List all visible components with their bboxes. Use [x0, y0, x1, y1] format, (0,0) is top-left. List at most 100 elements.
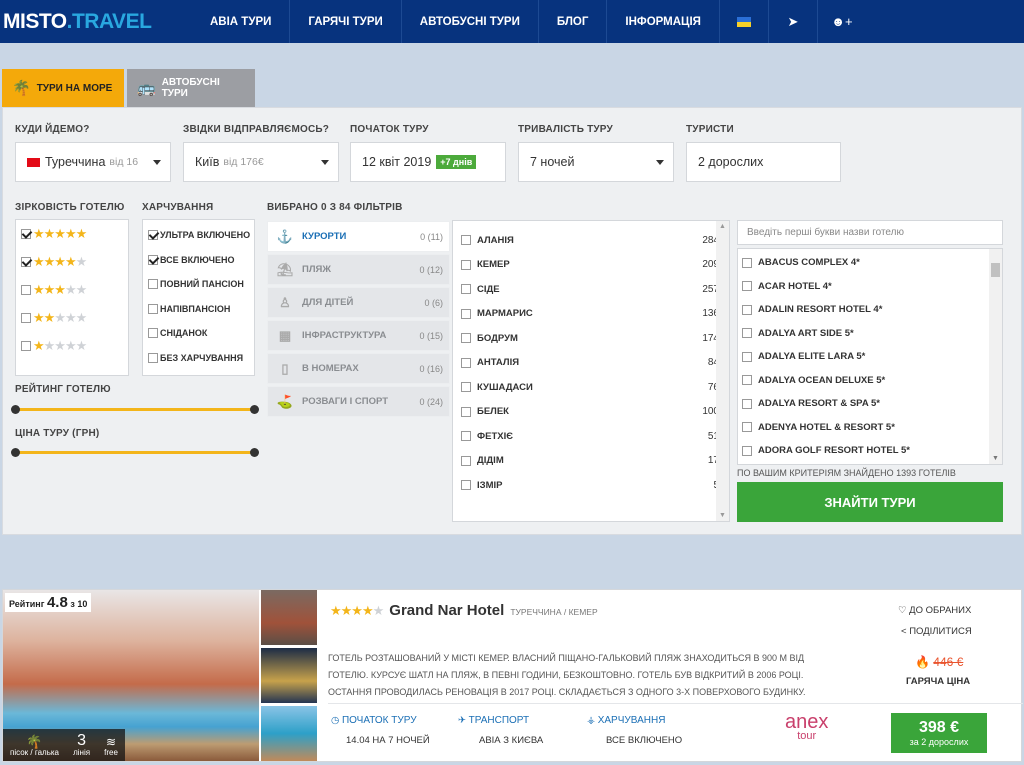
- resorts-list[interactable]: АЛАНІЯ 284 КЕМЕР 209 СІДЕ 257 МАРМАРИС 136 Б…: [452, 220, 730, 522]
- start-date-field[interactable]: 12 квіт 2019 +7 днів: [350, 142, 506, 182]
- star-option-1[interactable]: ★★★★★: [16, 332, 128, 360]
- checkbox[interactable]: [461, 455, 471, 466]
- nav-info[interactable]: ІНФОРМАЦІЯ: [606, 0, 719, 43]
- checkbox[interactable]: [742, 328, 752, 339]
- category-beach[interactable]: ⛱ ПЛЯЖ 0 (12): [267, 254, 450, 285]
- departure-select[interactable]: Київ від 176€: [183, 142, 339, 182]
- hotels-list[interactable]: ABACUS COMPLEX 4* ACAR HOTEL 4* ADALIN R…: [737, 248, 1003, 465]
- category-entertainment-sport[interactable]: ⛳ РОЗВАГИ І СПОРТ 0 (24): [267, 386, 450, 417]
- list-item[interactable]: БОДРУМ 174: [453, 326, 729, 351]
- checkbox[interactable]: [148, 352, 158, 363]
- nav-avia[interactable]: АВІА ТУРИ: [180, 0, 289, 43]
- hotel-search-input[interactable]: Введіть перші букви назви готелю: [737, 220, 1003, 245]
- list-item[interactable]: ADENYA HOTEL & RESORT 5*: [738, 416, 1002, 440]
- list-item[interactable]: СІДЕ 257: [453, 277, 729, 302]
- slider-handle-min[interactable]: [11, 448, 20, 457]
- category-kids[interactable]: ♙ ДЛЯ ДІТЕЙ 0 (6): [267, 287, 450, 318]
- food-option[interactable]: БЕЗ ХАРЧУВАННЯ: [143, 346, 254, 371]
- checkbox[interactable]: [461, 235, 471, 246]
- tourists-field[interactable]: 2 дорослих: [686, 142, 841, 182]
- scroll-down-icon[interactable]: ▼: [989, 455, 1002, 462]
- checkbox[interactable]: [461, 284, 471, 295]
- star-option-2[interactable]: ★★★★★: [16, 304, 128, 332]
- scrollbar[interactable]: ▼: [989, 249, 1002, 464]
- checkbox[interactable]: [148, 254, 158, 265]
- checkbox[interactable]: [21, 313, 31, 323]
- list-item[interactable]: ІЗМІР5: [453, 473, 729, 498]
- favorites-link[interactable]: ♡ ДО ОБРАНИХ: [898, 605, 971, 616]
- checkbox[interactable]: [461, 308, 471, 319]
- list-item[interactable]: ADALYA ELITE LARA 5*: [738, 345, 1002, 369]
- slider-handle-min[interactable]: [11, 405, 20, 414]
- scrollbar[interactable]: ▲ ▼: [716, 221, 729, 521]
- find-tours-button[interactable]: ЗНАЙТИ ТУРИ: [737, 482, 1003, 522]
- star-option-4[interactable]: ★★★★★: [16, 248, 128, 276]
- rating-slider[interactable]: [11, 405, 259, 414]
- food-option[interactable]: УЛЬТРА ВКЛЮЧЕНО: [143, 223, 254, 248]
- category-rooms[interactable]: ▯ В НОМЕРАХ 0 (16): [267, 353, 450, 384]
- language-flag-icon[interactable]: [718, 0, 768, 43]
- list-item[interactable]: ADORA GOLF RESORT HOTEL 5*: [738, 439, 1002, 463]
- login-icon[interactable]: ➤: [767, 0, 817, 43]
- checkbox[interactable]: [461, 480, 471, 491]
- food-option[interactable]: ВСЕ ВКЛЮЧЕНО: [143, 248, 254, 273]
- hotel-photo[interactable]: Рейтинг 4.8 з 10 🌴 пісок / галька 3 лінія …: [3, 590, 259, 761]
- checkbox[interactable]: [148, 230, 158, 241]
- checkbox[interactable]: [742, 445, 752, 456]
- checkbox[interactable]: [21, 257, 31, 267]
- checkbox[interactable]: [742, 398, 752, 409]
- food-option[interactable]: ПОВНИЙ ПАНСІОН: [143, 272, 254, 297]
- hotel-thumbnail[interactable]: [261, 706, 317, 761]
- list-item[interactable]: ФЕТХІЄ 51: [453, 424, 729, 449]
- scrollbar-thumb[interactable]: [991, 263, 1000, 277]
- price-slider[interactable]: [11, 448, 259, 457]
- list-item[interactable]: ADALYA ART SIDE 5*: [738, 322, 1002, 346]
- checkbox[interactable]: [742, 304, 752, 315]
- scroll-down-icon[interactable]: ▼: [716, 512, 729, 519]
- list-item[interactable]: АЛАНІЯ 284: [453, 228, 729, 253]
- list-item[interactable]: ADALIN RESORT HOTEL 4*: [738, 298, 1002, 322]
- list-item[interactable]: ДІДІМ 17: [453, 449, 729, 474]
- list-item[interactable]: АНТАЛІЯ 84: [453, 351, 729, 376]
- destination-select[interactable]: Туреччина від 16: [15, 142, 171, 182]
- duration-select[interactable]: 7 ночей: [518, 142, 674, 182]
- checkbox[interactable]: [461, 259, 471, 270]
- checkbox[interactable]: [21, 229, 31, 239]
- share-link[interactable]: < ПОДІЛИТИСЯ: [901, 626, 972, 637]
- checkbox[interactable]: [148, 279, 158, 290]
- checkbox[interactable]: [461, 431, 471, 442]
- list-item[interactable]: ABACUS COMPLEX 4*: [738, 251, 1002, 275]
- checkbox[interactable]: [461, 357, 471, 368]
- list-item[interactable]: МАРМАРИС 136: [453, 302, 729, 327]
- scroll-up-icon[interactable]: ▲: [716, 223, 729, 230]
- checkbox[interactable]: [461, 382, 471, 393]
- checkbox[interactable]: [461, 333, 471, 344]
- nav-blog[interactable]: БЛОГ: [537, 0, 607, 43]
- checkbox[interactable]: [742, 257, 752, 268]
- price-button[interactable]: 398 € за 2 дорослих: [891, 713, 987, 753]
- slider-handle-max[interactable]: [250, 405, 259, 414]
- nav-hot[interactable]: ГАРЯЧІ ТУРИ: [289, 0, 400, 43]
- category-infrastructure[interactable]: ▦ ІНФРАСТРУКТУРА 0 (15): [267, 320, 450, 351]
- list-item[interactable]: ACAR HOTEL 4*: [738, 275, 1002, 299]
- star-option-3[interactable]: ★★★★★: [16, 276, 128, 304]
- hotel-thumbnail[interactable]: [261, 590, 317, 645]
- checkbox[interactable]: [742, 422, 752, 433]
- checkbox[interactable]: [21, 285, 31, 295]
- checkbox[interactable]: [742, 351, 752, 362]
- star-option-5[interactable]: ★★★★★: [16, 220, 128, 248]
- checkbox[interactable]: [148, 303, 158, 314]
- logo[interactable]: MISTO .TRAVEL: [0, 0, 180, 43]
- slider-handle-max[interactable]: [250, 448, 259, 457]
- list-item[interactable]: ADALYA OCEAN DELUXE 5*: [738, 369, 1002, 393]
- register-user-icon[interactable]: ☻+: [816, 0, 866, 43]
- category-resorts[interactable]: ⚓ КУРОРТИ 0 (11): [267, 221, 450, 252]
- food-option[interactable]: НАПІВПАНСІОН: [143, 297, 254, 322]
- list-item[interactable]: ADALYA RESORT & SPA 5*: [738, 392, 1002, 416]
- list-item[interactable]: КЕМЕР 209: [453, 253, 729, 278]
- checkbox[interactable]: [742, 375, 752, 386]
- checkbox[interactable]: [461, 406, 471, 417]
- tab-sea-tours[interactable]: 🌴 ТУРИ НА МОРЕ: [2, 69, 124, 107]
- food-option[interactable]: СНІДАНОК: [143, 321, 254, 346]
- list-item[interactable]: КУШАДАСИ 76: [453, 375, 729, 400]
